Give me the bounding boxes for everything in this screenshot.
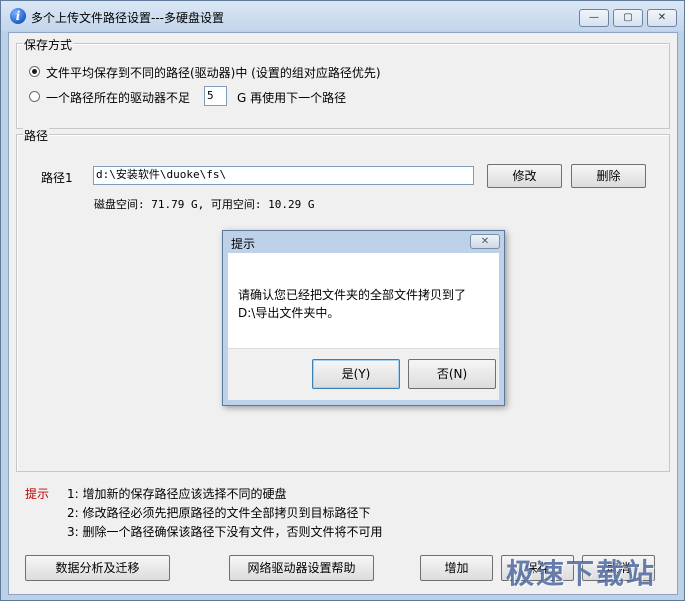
path1-label: 路径1 <box>41 171 73 185</box>
confirm-dialog: 提示 ✕ 请确认您已经把文件夹的全部文件拷贝到了 D:\导出文件夹中。 是(Y)… <box>222 230 505 406</box>
app-info-icon: i <box>10 8 26 24</box>
network-drive-help-button[interactable]: 网络驱动器设置帮助 <box>229 555 374 581</box>
add-button[interactable]: 增加 <box>420 555 493 581</box>
close-button[interactable]: ✕ <box>647 9 677 27</box>
hint-line-1: 1: 增加新的保存路径应该选择不同的硬盘 <box>67 487 287 501</box>
threshold-gb-input[interactable]: 5 <box>204 86 227 106</box>
maximize-button[interactable]: ▢ <box>613 9 643 27</box>
path1-input[interactable]: d:\安装软件\duoke\fs\ <box>93 166 474 185</box>
dialog-button-bar: 是(Y) 否(N) <box>228 348 499 400</box>
radio-drive-threshold[interactable] <box>29 91 40 102</box>
threshold-suffix-label: G 再使用下一个路径 <box>237 91 347 105</box>
delete-button[interactable]: 删除 <box>571 164 646 188</box>
dialog-message-area: 请确认您已经把文件夹的全部文件拷贝到了 D:\导出文件夹中。 <box>228 253 499 348</box>
main-window: i 多个上传文件路径设置---多硬盘设置 — ▢ ✕ 保存方式 文件平均保存到不… <box>0 0 685 601</box>
site-watermark: 极速下载站 <box>506 557 657 590</box>
paths-legend: 路径 <box>23 127 50 144</box>
radio-average-save[interactable] <box>29 66 40 77</box>
hint-line-2: 2: 修改路径必须先把原路径的文件全部拷贝到目标路径下 <box>67 506 371 520</box>
hint-line-3: 3: 删除一个路径确保该路径下没有文件，否则文件将不可用 <box>67 525 383 539</box>
radio-average-save-label[interactable]: 文件平均保存到不同的路径(驱动器)中 (设置的组对应路径优先) <box>46 64 381 81</box>
dialog-message-line-2: D:\导出文件夹中。 <box>238 306 340 320</box>
dialog-title: 提示 <box>231 237 256 251</box>
title-bar[interactable]: i 多个上传文件路径设置---多硬盘设置 — ▢ ✕ <box>1 1 684 31</box>
save-mode-legend: 保存方式 <box>23 36 74 53</box>
dialog-yes-button[interactable]: 是(Y) <box>312 359 400 389</box>
disk-space-info: 磁盘空间: 71.79 G, 可用空间: 10.29 G <box>94 198 315 211</box>
window-title: 多个上传文件路径设置---多硬盘设置 <box>31 11 224 25</box>
dialog-message-line-1: 请确认您已经把文件夹的全部文件拷贝到了 <box>238 288 467 302</box>
dialog-close-button[interactable]: ✕ <box>470 234 500 249</box>
radio-drive-threshold-label[interactable]: 一个路径所在的驱动器不足 <box>46 89 190 106</box>
save-mode-group: 保存方式 <box>16 36 670 129</box>
modify-button[interactable]: 修改 <box>487 164 562 188</box>
dialog-no-button[interactable]: 否(N) <box>408 359 496 389</box>
minimize-button[interactable]: — <box>579 9 609 27</box>
hint-title: 提示 <box>25 487 50 501</box>
data-migrate-button[interactable]: 数据分析及迁移 <box>25 555 170 581</box>
